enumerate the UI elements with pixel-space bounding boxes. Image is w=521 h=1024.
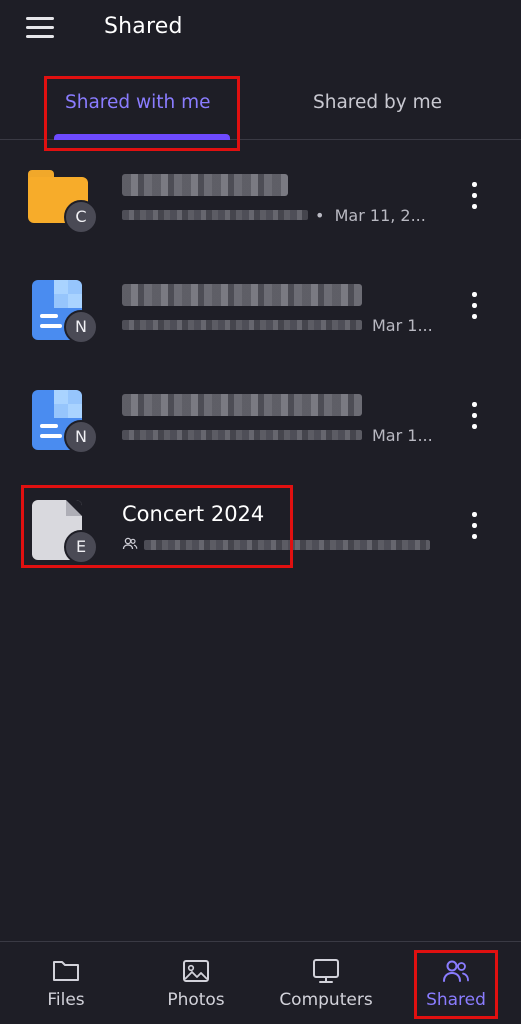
redacted-owner-email — [122, 320, 362, 330]
list-item[interactable]: E Concert 2024 — [0, 470, 521, 580]
redacted-item-title — [122, 394, 362, 416]
nav-label: Files — [47, 990, 85, 1010]
nav-shared[interactable]: Shared — [414, 942, 498, 1024]
more-options-icon[interactable] — [462, 398, 486, 434]
list-item[interactable]: N Mar 1... — [0, 250, 521, 360]
item-meta: • Mar 11, 2... — [122, 206, 452, 225]
tab-shared-by-me[interactable]: Shared by me — [300, 70, 470, 140]
owner-avatar: C — [64, 200, 98, 234]
redacted-owner-email — [144, 540, 430, 550]
item-meta — [122, 536, 452, 554]
list-item[interactable]: N Mar 1... — [0, 360, 521, 470]
redacted-item-title — [122, 284, 362, 306]
owner-avatar: E — [64, 530, 98, 564]
image-icon — [183, 960, 209, 982]
nav-label: Photos — [167, 990, 225, 1010]
more-options-icon[interactable] — [462, 508, 486, 544]
nav-label: Shared — [426, 990, 486, 1010]
page-title: Shared — [104, 14, 183, 39]
owner-avatar: N — [64, 420, 98, 454]
tab-shared-with-me[interactable]: Shared with me — [44, 70, 240, 140]
tab-label: Shared with me — [65, 92, 211, 113]
file-icon: E — [26, 500, 98, 564]
monitor-icon — [313, 959, 339, 983]
app-window: Shared Shared with me Shared by me C • M… — [0, 0, 521, 1024]
nav-label: Computers — [279, 990, 373, 1010]
nav-files[interactable]: Files — [14, 942, 118, 1024]
tab-bar: Shared with me Shared by me — [0, 70, 521, 140]
document-icon: N — [26, 390, 98, 454]
redacted-owner-email — [122, 430, 362, 440]
more-options-icon[interactable] — [462, 288, 486, 324]
nav-computers[interactable]: Computers — [270, 942, 382, 1024]
bottom-navigation: Files Photos Computers Shared — [0, 941, 521, 1024]
item-date: Mar 1... — [372, 426, 433, 445]
item-title: Concert 2024 — [122, 502, 265, 526]
folder-icon — [53, 961, 79, 981]
hamburger-menu-icon[interactable] — [26, 15, 56, 41]
redacted-item-title — [122, 174, 288, 196]
more-options-icon[interactable] — [462, 178, 486, 214]
nav-photos[interactable]: Photos — [144, 942, 248, 1024]
people-icon — [443, 960, 469, 982]
owner-avatar: N — [64, 310, 98, 344]
top-app-bar: Shared — [0, 0, 521, 60]
tab-label: Shared by me — [313, 92, 442, 113]
item-meta: Mar 1... — [122, 426, 452, 445]
shared-people-icon — [122, 537, 138, 550]
redacted-owner-email — [122, 210, 308, 220]
item-date: Mar 1... — [372, 316, 433, 335]
item-date: • Mar 11, 2... — [315, 206, 426, 225]
folder-icon: C — [26, 170, 98, 234]
document-icon: N — [26, 280, 98, 344]
list-item[interactable]: C • Mar 11, 2... — [0, 140, 521, 250]
item-meta: Mar 1... — [122, 316, 452, 335]
